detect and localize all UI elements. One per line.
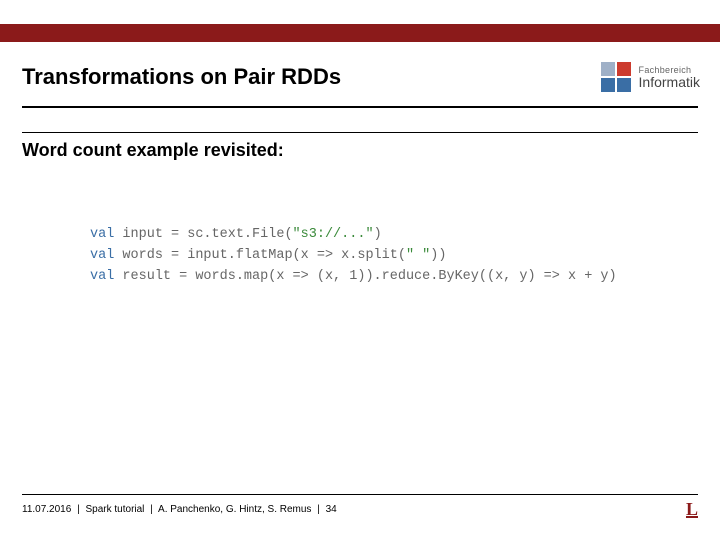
footer: 11.07.2016 | Spark tutorial | A. Panchen… (22, 494, 698, 520)
keyword: val (90, 248, 114, 263)
corner-logo: L (686, 499, 698, 520)
header: Transformations on Pair RDDs Fachbereich… (0, 48, 720, 106)
slide-title: Transformations on Pair RDDs (22, 64, 341, 90)
keyword: val (90, 269, 114, 284)
code-text: )) (430, 248, 446, 263)
footer-date: 11.07.2016 (22, 504, 71, 515)
logo-line2: Informatik (639, 75, 700, 89)
footer-meta: 11.07.2016 | Spark tutorial | A. Panchen… (22, 504, 337, 515)
keyword: val (90, 227, 114, 242)
string-literal: " " (406, 248, 430, 263)
footer-page: 34 (326, 504, 337, 515)
logo-text: Fachbereich Informatik (639, 66, 700, 89)
separator: | (317, 504, 320, 515)
footer-course: Spark tutorial (85, 504, 144, 515)
code-text: input = sc.text.File( (114, 227, 292, 242)
code-example: val input = sc.text.File("s3://...") val… (90, 225, 617, 288)
department-logo: Fachbereich Informatik (601, 62, 700, 92)
code-text: ) (374, 227, 382, 242)
divider-thick (22, 106, 698, 108)
section-heading: Word count example revisited: (22, 140, 284, 161)
separator: | (77, 504, 80, 515)
logo-grid-icon (601, 62, 631, 92)
code-text: words = input.flatMap(x => x.split( (114, 248, 406, 263)
string-literal: "s3://..." (293, 227, 374, 242)
code-text: result = words.map(x => (x, 1)).reduce.B… (114, 269, 616, 284)
accent-bar (0, 24, 720, 42)
divider-thin (22, 132, 698, 133)
separator: | (150, 504, 153, 515)
footer-authors: A. Panchenko, G. Hintz, S. Remus (158, 504, 311, 515)
